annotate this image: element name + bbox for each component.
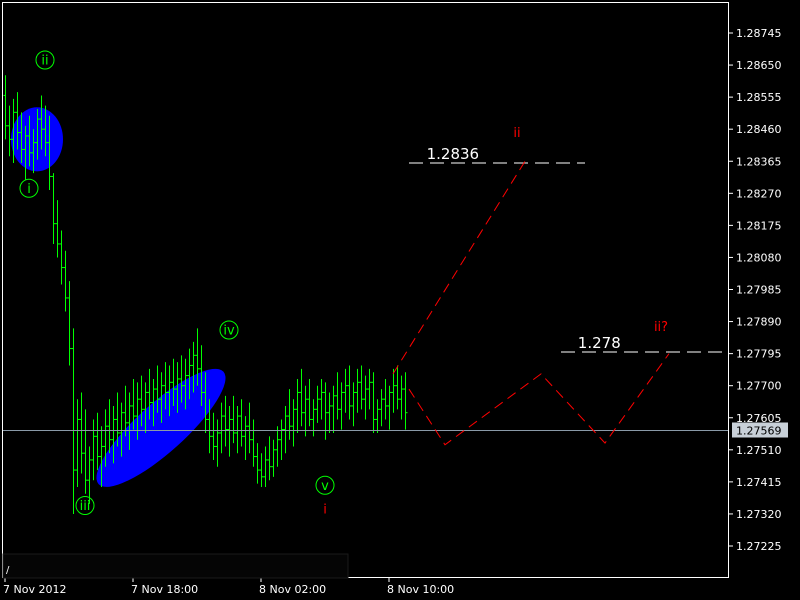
wave-label-text: ii?	[654, 320, 668, 335]
y-tick-label: 1.28365	[736, 155, 782, 168]
wave-label-text: iv	[223, 324, 235, 339]
current-price-tag: 1.27569	[732, 422, 788, 438]
y-tick-label: 1.27415	[736, 476, 782, 489]
y-tick-label: 1.28270	[736, 187, 782, 200]
y-tick-label: 1.28080	[736, 251, 782, 264]
price-chart: 1.28361.278 iiiiiiivviiiii? 1.287451.286…	[0, 0, 800, 600]
x-tick-label: 7 Nov 18:00	[131, 583, 198, 596]
y-tick-label: 1.28175	[736, 219, 782, 232]
wave-label-text: v	[321, 479, 329, 494]
wave-label: ii	[513, 126, 520, 141]
wave-label-text: iii	[80, 499, 91, 514]
level-label: 1.2836	[427, 145, 480, 163]
y-tick-label: 1.28555	[736, 91, 782, 104]
y-tick-label: 1.28745	[736, 27, 782, 40]
y-tick-label: 1.27700	[736, 380, 782, 393]
y-tick-label: 1.27510	[736, 444, 782, 457]
x-tick-label: 7 Nov 2012	[3, 583, 66, 596]
y-tick-label: 1.27890	[736, 316, 782, 329]
y-tick-label: 1.28650	[736, 59, 782, 72]
wave-label-text: ii	[41, 54, 48, 69]
chart-background	[0, 0, 800, 600]
wave-label-text: ii	[513, 126, 520, 141]
wave-label: ii?	[654, 320, 668, 335]
y-tick-label: 1.27225	[736, 540, 782, 553]
wave-label: i	[323, 502, 327, 517]
y-tick-label: 1.28460	[736, 123, 782, 136]
wave-label-text: i	[323, 502, 327, 517]
x-tick-label: 8 Nov 10:00	[387, 583, 454, 596]
wave-label-text: i	[27, 182, 31, 197]
y-tick-label: 1.27985	[736, 284, 782, 297]
scrollbar-region[interactable]	[2, 553, 349, 579]
y-tick-label: 1.27320	[736, 508, 782, 521]
current-price-label: 1.27569	[736, 425, 782, 438]
y-tick-label: 1.27795	[736, 348, 782, 361]
level-label: 1.278	[578, 334, 621, 352]
x-tick-label: 8 Nov 02:00	[259, 583, 326, 596]
